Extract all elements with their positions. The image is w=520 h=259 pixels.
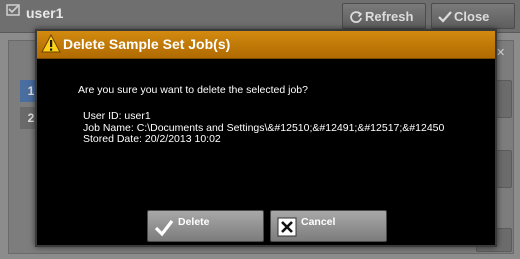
refresh-icon (350, 11, 363, 23)
refresh-label: Refresh (365, 9, 414, 24)
job-details: User ID: user1 Job Name: C:\Documents an… (83, 110, 444, 146)
confirm-question: Are you sure you want to delete the sele… (78, 84, 308, 96)
close-button[interactable]: Close (431, 3, 515, 29)
delete-confirm-dialog: Delete Sample Set Job(s) Are you sure yo… (35, 29, 497, 247)
cancel-label: Cancel (301, 216, 336, 228)
refresh-button[interactable]: Refresh (342, 3, 426, 29)
delete-button[interactable]: Delete (147, 210, 264, 242)
close-label: Close (454, 9, 490, 24)
background-close-icon: ✕ (496, 47, 506, 59)
dialog-title: Delete Sample Set Job(s) (63, 36, 231, 52)
cancel-x-box-icon (277, 217, 297, 237)
warning-icon (41, 34, 61, 53)
stored-date-text: Stored Date: 20/2/2013 10:02 (83, 133, 221, 145)
cancel-button[interactable]: Cancel (270, 210, 387, 242)
job-list-icon (6, 4, 20, 16)
dialog-title-bar: Delete Sample Set Job(s) (37, 31, 495, 59)
checkmark-icon (438, 11, 452, 23)
delete-label: Delete (178, 216, 210, 228)
screen: user1 Refresh Close ✕ 1 2 Delete Sample … (0, 0, 520, 259)
checkmark-icon (154, 220, 174, 237)
background-window-title: user1 (26, 5, 64, 21)
user-id-text: User ID: user1 (83, 110, 151, 122)
